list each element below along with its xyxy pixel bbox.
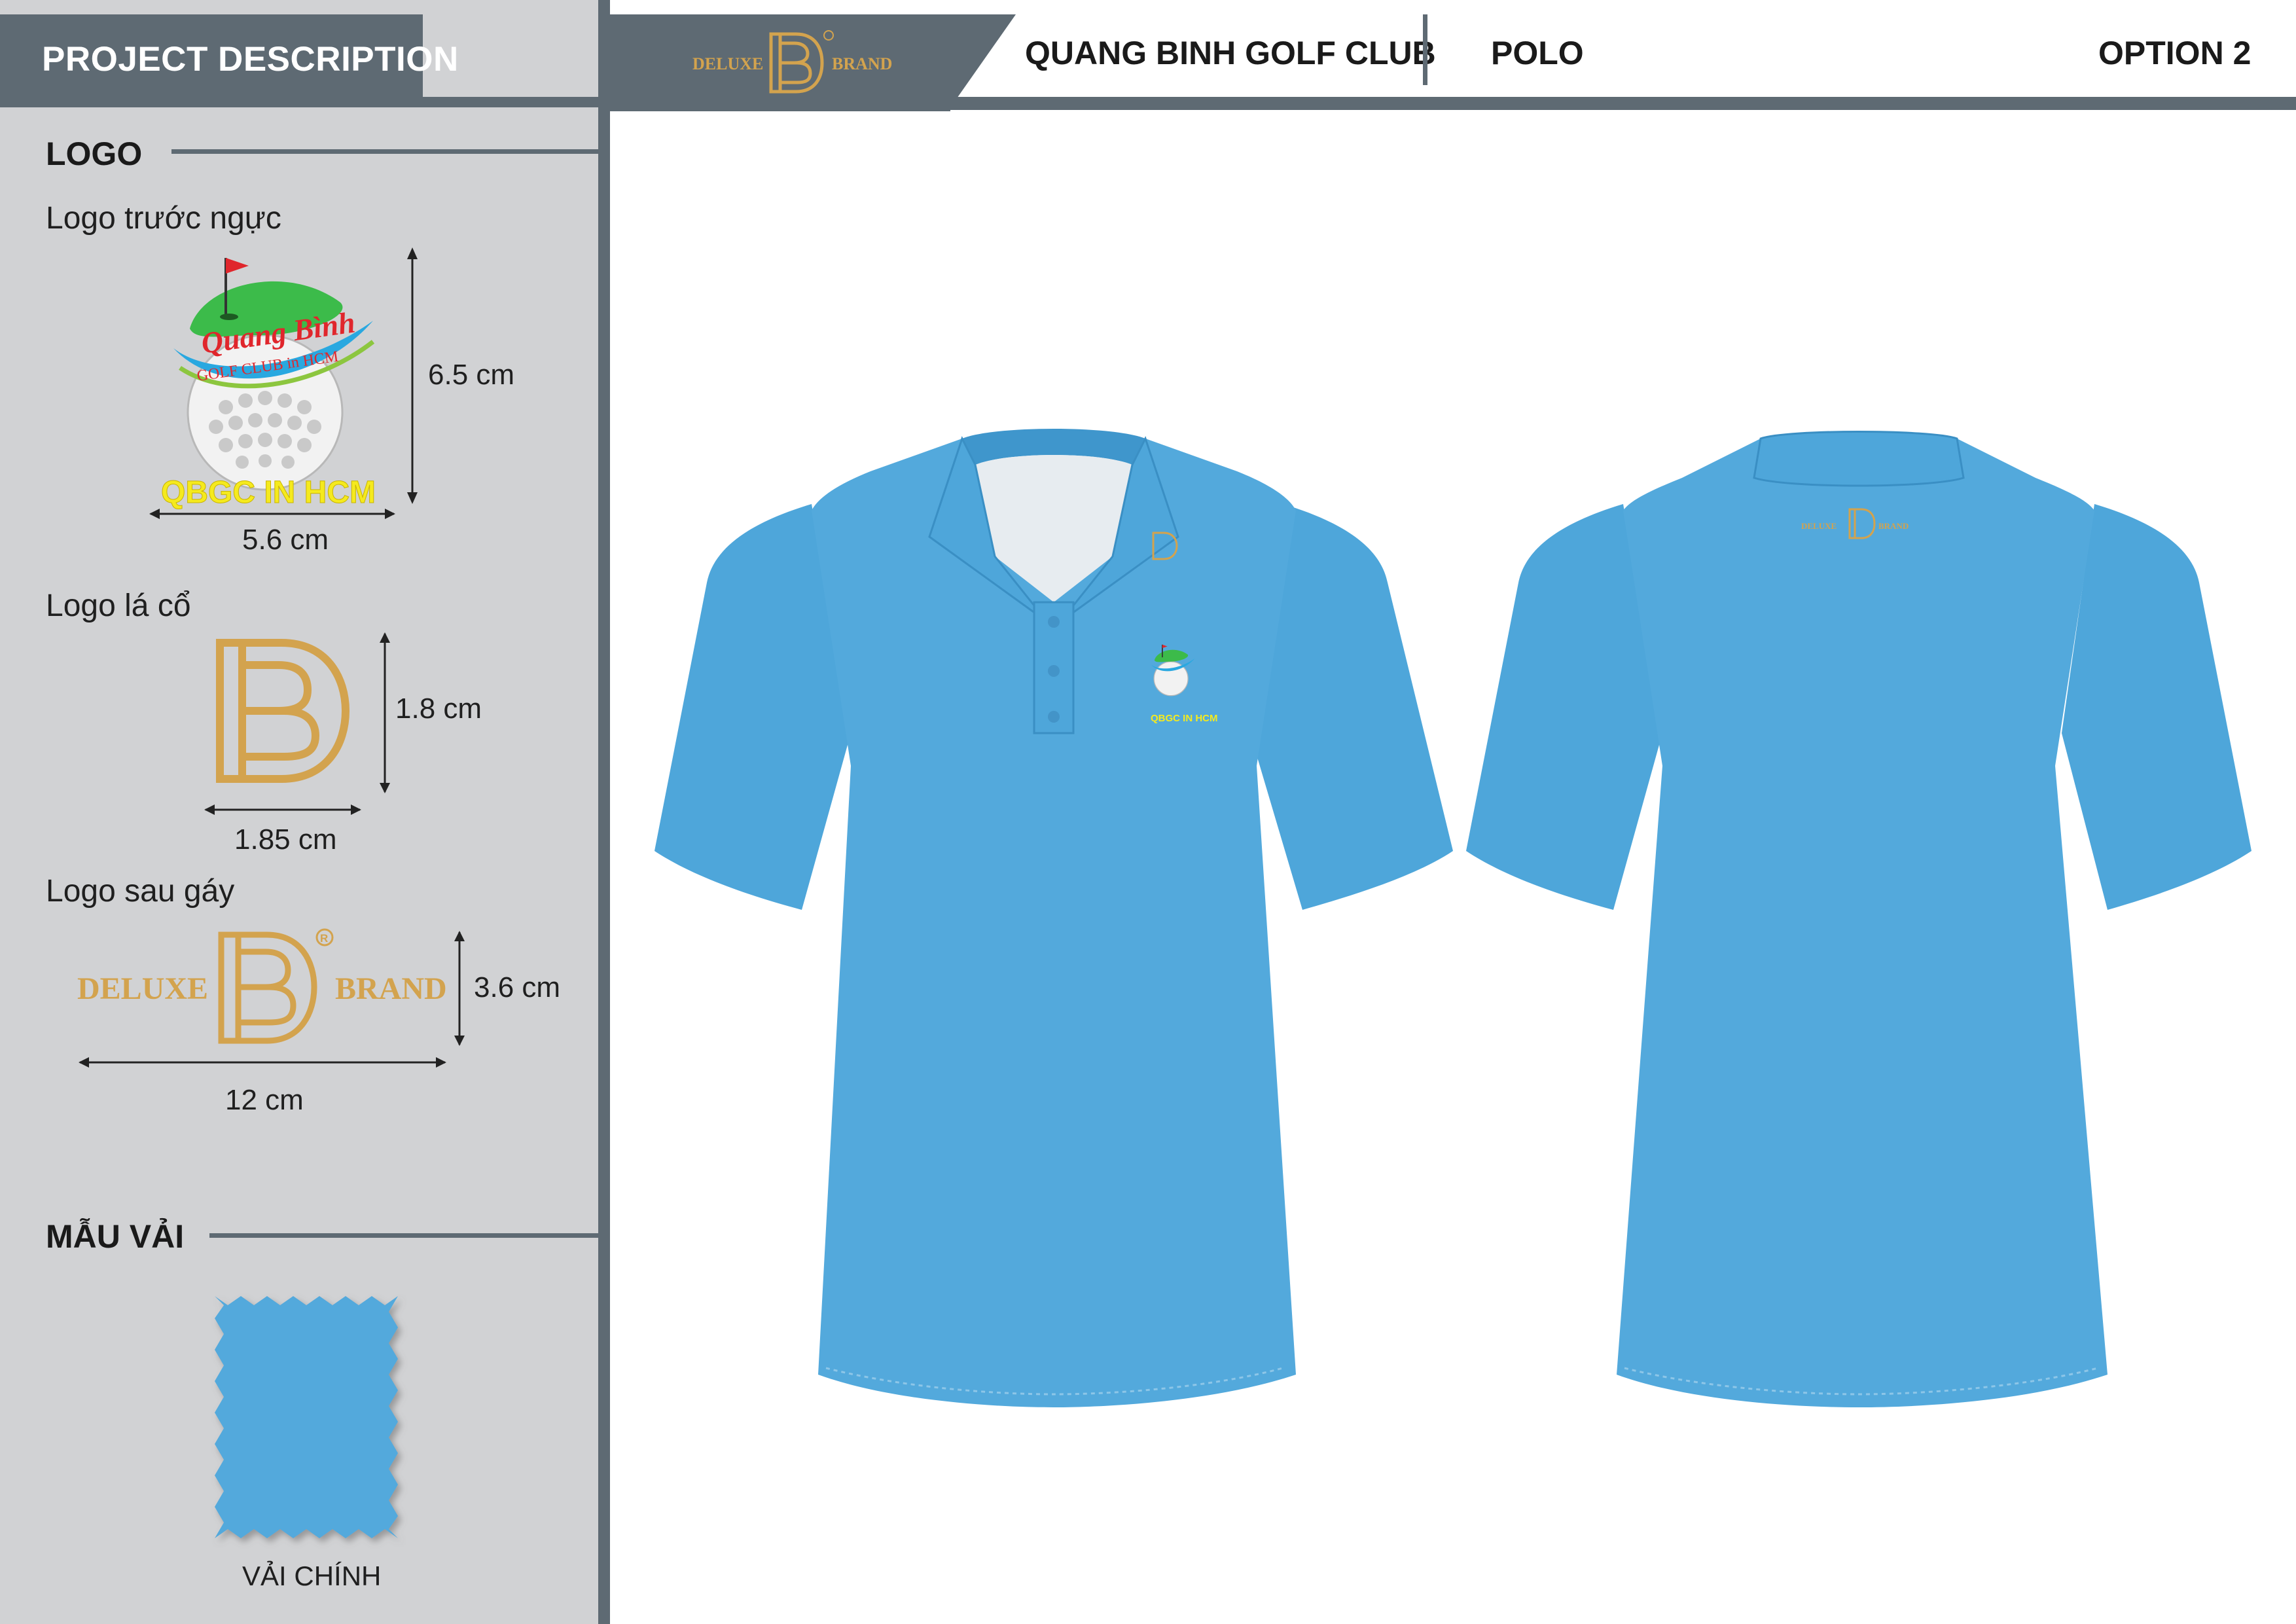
fabric-section-title: MẪU VẢI [46, 1218, 185, 1255]
nape-logo: DELUXE R BRAND [77, 928, 447, 1044]
nape-width-arrow [79, 1057, 446, 1068]
polo-back-view: DELUXE BRAND [1466, 431, 2251, 1407]
header-brand-logo: DELUXE BRAND [692, 30, 892, 94]
header-db-icon [769, 32, 824, 94]
back-right-sleeve [2062, 504, 2251, 910]
header-option: OPTION 2 [2098, 35, 2251, 71]
nape-width-value: 12 cm [225, 1084, 304, 1116]
logo-section-rule [171, 149, 598, 154]
back-brand-left-word: DELUXE [1801, 521, 1837, 531]
placket-button-icon [1048, 665, 1060, 677]
header-brand-right-word: BRAND [832, 54, 892, 73]
back-body [1617, 431, 2108, 1407]
header-client-name: QUANG BINH GOLF CLUB [1025, 35, 1436, 71]
project-description-title: PROJECT DESCRIPTION [42, 40, 459, 79]
collar-height-arrow [380, 632, 390, 793]
nape-logo-label: Logo sau gáy [46, 874, 235, 909]
nape-height-value: 3.6 cm [474, 971, 561, 1003]
collar-height-value: 1.8 cm [395, 693, 482, 725]
placket-button-icon [1048, 711, 1060, 723]
collar-logo-db-icon [216, 639, 350, 783]
placket-button-icon [1048, 616, 1060, 628]
nape-logo-right-word: BRAND [335, 971, 447, 1006]
sidebar-divider [598, 0, 610, 1624]
chest-logo: Quang Bình GOLF CLUB in HCM QBGC IN HCM [161, 258, 376, 511]
project-description-strip [0, 97, 598, 107]
front-chest-caption: QBGC IN HCM [1151, 713, 1218, 724]
logo-section-title: LOGO [46, 135, 143, 172]
collar-width-value: 1.85 cm [234, 823, 337, 856]
back-brand-right-word: BRAND [1878, 521, 1909, 531]
chest-height-value: 6.5 cm [428, 359, 515, 391]
fabric-swatch [215, 1296, 398, 1538]
collar-width-arrow [204, 804, 361, 815]
fabric-swatch-label: VẢI CHÍNH [242, 1561, 382, 1591]
header-separator [1423, 14, 1427, 85]
svg-text:R: R [320, 932, 328, 945]
nape-logo-left-word: DELUXE [77, 971, 208, 1006]
header-bar [610, 97, 2296, 110]
header-brand-left-word: DELUXE [692, 54, 763, 73]
chest-width-arrow [149, 509, 395, 519]
nape-logo-db-icon [218, 931, 317, 1044]
fabric-section-rule [209, 1233, 598, 1238]
golf-flag-icon [226, 258, 249, 274]
nape-height-arrow [454, 931, 465, 1046]
back-collar [1753, 431, 1965, 487]
header-product-type: POLO [1491, 35, 1584, 71]
chest-width-value: 5.6 cm [242, 524, 329, 556]
chest-logo-label: Logo trước ngực [46, 201, 281, 236]
chest-height-arrow [407, 247, 418, 504]
collar-logo-label: Logo lá cổ [46, 588, 191, 623]
polo-front-view: QBGC IN HCM [655, 429, 1453, 1407]
